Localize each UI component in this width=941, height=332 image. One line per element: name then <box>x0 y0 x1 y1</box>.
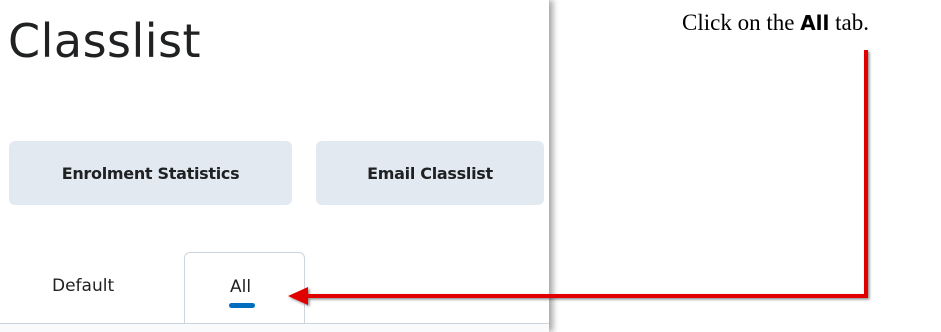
callout-arrow-icon <box>288 50 868 305</box>
callout-arrow-path <box>288 50 868 305</box>
